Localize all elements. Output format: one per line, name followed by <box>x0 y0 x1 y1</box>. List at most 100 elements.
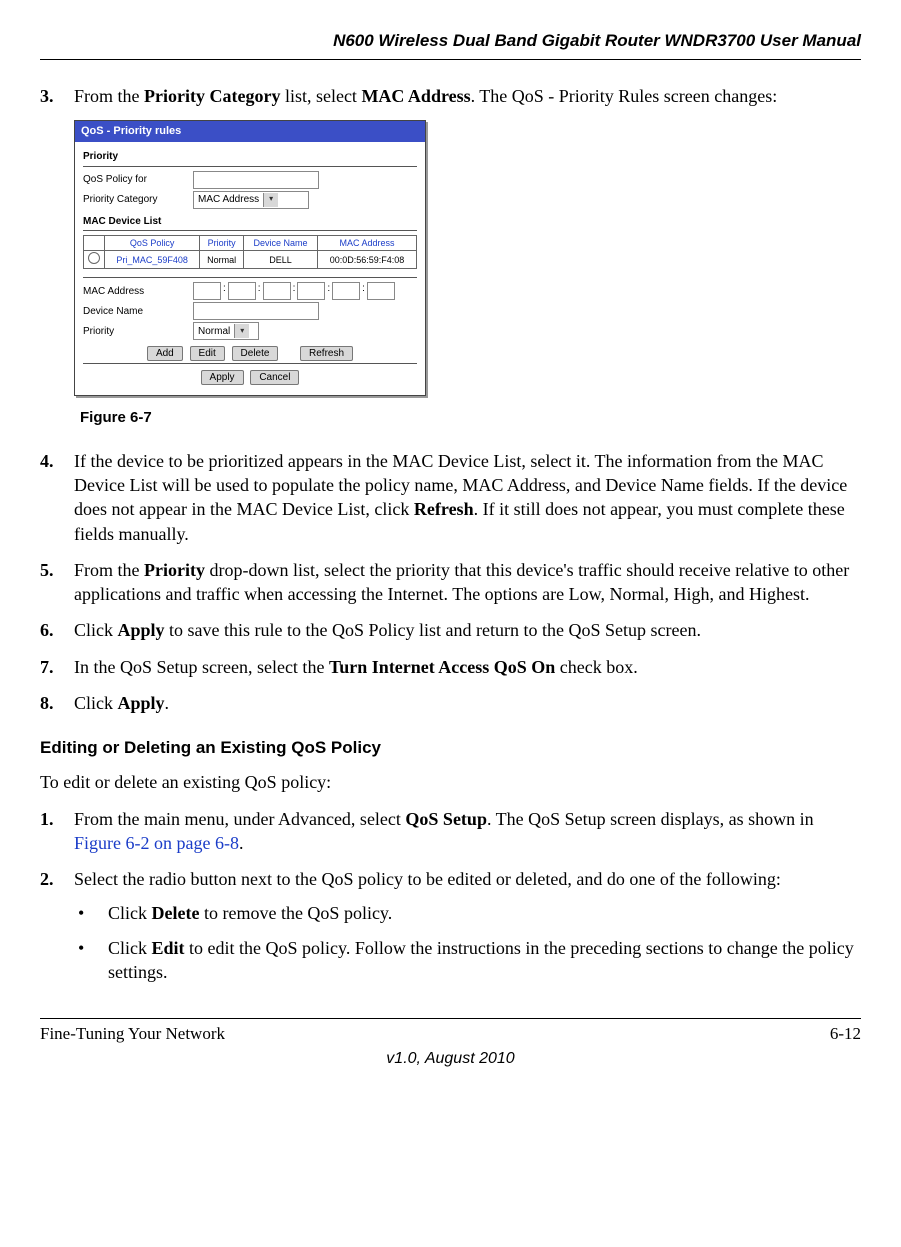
step-body: Click Apply to save this rule to the QoS… <box>74 618 861 642</box>
divider <box>83 363 417 364</box>
refresh-button[interactable]: Refresh <box>300 346 353 361</box>
label-priority-category: Priority Category <box>83 193 193 207</box>
window-titlebar: QoS - Priority rules <box>75 121 425 142</box>
step-body: In the QoS Setup screen, select the Turn… <box>74 655 861 679</box>
bold-text: Apply <box>118 693 165 713</box>
text: Click <box>74 693 118 713</box>
th-qos-policy: QoS Policy <box>105 236 200 251</box>
step-body: From the Priority Category list, select … <box>74 84 861 108</box>
colon: : <box>258 282 261 300</box>
row-radio-cell[interactable] <box>84 251 105 269</box>
subheading-edit-delete: Editing or Deleting an Existing QoS Poli… <box>40 737 861 760</box>
radio-icon <box>88 252 100 264</box>
mac-device-table: QoS Policy Priority Device Name MAC Addr… <box>83 235 417 269</box>
mac-octet-input[interactable] <box>297 282 325 300</box>
step-6: 6. Click Apply to save this rule to the … <box>40 618 861 642</box>
step-number: 7. <box>40 655 74 679</box>
footer-version: v1.0, August 2010 <box>40 1048 861 1070</box>
edit-step-1: 1. From the main menu, under Advanced, s… <box>40 807 861 856</box>
edit-step-2: 2. Select the radio button next to the Q… <box>40 867 861 994</box>
edit-steps-list: 1. From the main menu, under Advanced, s… <box>40 807 861 995</box>
th-priority: Priority <box>200 236 244 251</box>
step-number: 2. <box>40 867 74 994</box>
colon: : <box>293 282 296 300</box>
bullet-icon: • <box>74 936 108 985</box>
delete-button[interactable]: Delete <box>232 346 279 361</box>
step-body: From the Priority drop-down list, select… <box>74 558 861 607</box>
priority-select[interactable]: Normal <box>193 322 259 340</box>
cell-device-name: DELL <box>243 251 317 269</box>
text: In the QoS Setup screen, select the <box>74 657 329 677</box>
mac-address-inputs: : : : : : <box>193 282 395 300</box>
colon: : <box>327 282 330 300</box>
step-body: From the main menu, under Advanced, sele… <box>74 807 861 856</box>
add-button[interactable]: Add <box>147 346 183 361</box>
mac-octet-input[interactable] <box>367 282 395 300</box>
bullet-icon: • <box>74 901 108 925</box>
footer-section: Fine-Tuning Your Network <box>40 1023 225 1046</box>
figure-6-7: QoS - Priority rules Priority QoS Policy… <box>74 120 861 396</box>
text: . <box>239 833 244 853</box>
apply-button[interactable]: Apply <box>201 370 244 385</box>
steps-list-cont: 4. If the device to be prioritized appea… <box>40 449 861 716</box>
step-body: Select the radio button next to the QoS … <box>74 867 861 994</box>
section-mac-device-list: MAC Device List <box>83 215 417 229</box>
divider <box>83 277 417 278</box>
steps-list: 3. From the Priority Category list, sele… <box>40 84 861 108</box>
bold-text: Edit <box>152 938 185 958</box>
text: check box. <box>555 657 637 677</box>
mac-octet-input[interactable] <box>332 282 360 300</box>
divider <box>83 230 417 231</box>
text: list, select <box>280 86 361 106</box>
mac-octet-input[interactable] <box>228 282 256 300</box>
step-5: 5. From the Priority drop-down list, sel… <box>40 558 861 607</box>
label-priority: Priority <box>83 325 193 339</box>
text: Click <box>74 620 118 640</box>
step-7: 7. In the QoS Setup screen, select the T… <box>40 655 861 679</box>
priority-category-select[interactable]: MAC Address <box>193 191 309 209</box>
intro-text: To edit or delete an existing QoS policy… <box>40 770 861 794</box>
bullet-body: Click Delete to remove the QoS policy. <box>108 901 392 925</box>
cancel-button[interactable]: Cancel <box>250 370 299 385</box>
step-3: 3. From the Priority Category list, sele… <box>40 84 861 108</box>
mac-octet-input[interactable] <box>263 282 291 300</box>
cell-policy: Pri_MAC_59F408 <box>105 251 200 269</box>
table-header-row: QoS Policy Priority Device Name MAC Addr… <box>84 236 417 251</box>
text: From the <box>74 560 144 580</box>
bullet-list: • Click Delete to remove the QoS policy.… <box>74 901 861 984</box>
select-value: MAC Address <box>198 193 259 207</box>
text: Click <box>108 938 152 958</box>
text: to save this rule to the QoS Policy list… <box>165 620 701 640</box>
text: From the main menu, under Advanced, sele… <box>74 809 405 829</box>
th-device-name: Device Name <box>243 236 317 251</box>
step-8: 8. Click Apply. <box>40 691 861 715</box>
step-number: 8. <box>40 691 74 715</box>
edit-button[interactable]: Edit <box>190 346 225 361</box>
qos-policy-for-input[interactable] <box>193 171 319 189</box>
step-body: If the device to be prioritized appears … <box>74 449 861 546</box>
bold-text: Priority Category <box>144 86 280 106</box>
figure-caption: Figure 6-7 <box>80 408 861 428</box>
step-number: 1. <box>40 807 74 856</box>
button-row-2: Apply Cancel <box>83 370 417 385</box>
section-priority: Priority <box>83 150 417 164</box>
chevron-down-icon <box>234 324 249 338</box>
text: . <box>165 693 170 713</box>
mac-octet-input[interactable] <box>193 282 221 300</box>
colon: : <box>223 282 226 300</box>
label-mac-address: MAC Address <box>83 285 193 299</box>
colon: : <box>362 282 365 300</box>
device-name-input[interactable] <box>193 302 319 320</box>
step-number: 4. <box>40 449 74 546</box>
th-mac-address: MAC Address <box>318 236 417 251</box>
text: . The QoS Setup screen displays, as show… <box>487 809 814 829</box>
text: Select the radio button next to the QoS … <box>74 869 781 889</box>
chevron-down-icon <box>263 193 278 207</box>
bold-text: QoS Setup <box>405 809 487 829</box>
text: to edit the QoS policy. Follow the instr… <box>108 938 854 982</box>
divider <box>83 166 417 167</box>
bold-text: Refresh <box>414 499 474 519</box>
cross-ref-link[interactable]: Figure 6-2 on page 6-8 <box>74 833 239 853</box>
cell-priority: Normal <box>200 251 244 269</box>
cell-mac: 00:0D:56:59:F4:08 <box>318 251 417 269</box>
